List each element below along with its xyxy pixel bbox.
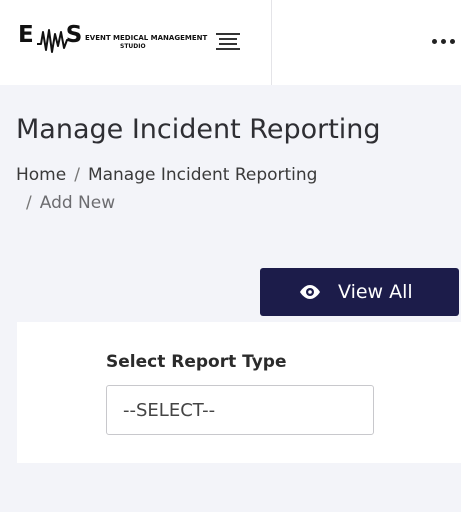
logo-tagline-studio: STUDIO: [120, 43, 146, 50]
breadcrumb-current: Add New: [39, 193, 116, 213]
eye-icon: [300, 285, 320, 299]
breadcrumb-home[interactable]: Home: [16, 165, 66, 185]
breadcrumb-separator: /: [74, 165, 80, 185]
view-all-button[interactable]: View All: [260, 268, 459, 316]
report-type-label: Select Report Type: [106, 352, 287, 372]
breadcrumb-separator: /: [26, 193, 32, 213]
header-divider: [271, 0, 272, 85]
brand-logo[interactable]: ES EVENT MEDICAL MANAGEMENT STUDIO: [18, 22, 207, 62]
top-bar: ES EVENT MEDICAL MANAGEMENT STUDIO: [0, 0, 461, 85]
report-type-selected-value: --SELECT--: [123, 399, 216, 421]
view-all-label: View All: [338, 281, 413, 303]
report-type-select[interactable]: --SELECT--: [106, 385, 374, 435]
page-title: Manage Incident Reporting: [16, 114, 381, 145]
more-dots-icon[interactable]: [431, 37, 457, 47]
breadcrumb-row-current: / Add New: [16, 189, 456, 217]
breadcrumb-section[interactable]: Manage Incident Reporting: [88, 165, 318, 185]
hamburger-icon[interactable]: [215, 31, 241, 53]
logo-tagline: EVENT MEDICAL MANAGEMENT: [85, 34, 208, 42]
breadcrumb: Home / Manage Incident Reporting / Add New: [16, 161, 456, 217]
heartbeat-wave-icon: [37, 29, 71, 53]
